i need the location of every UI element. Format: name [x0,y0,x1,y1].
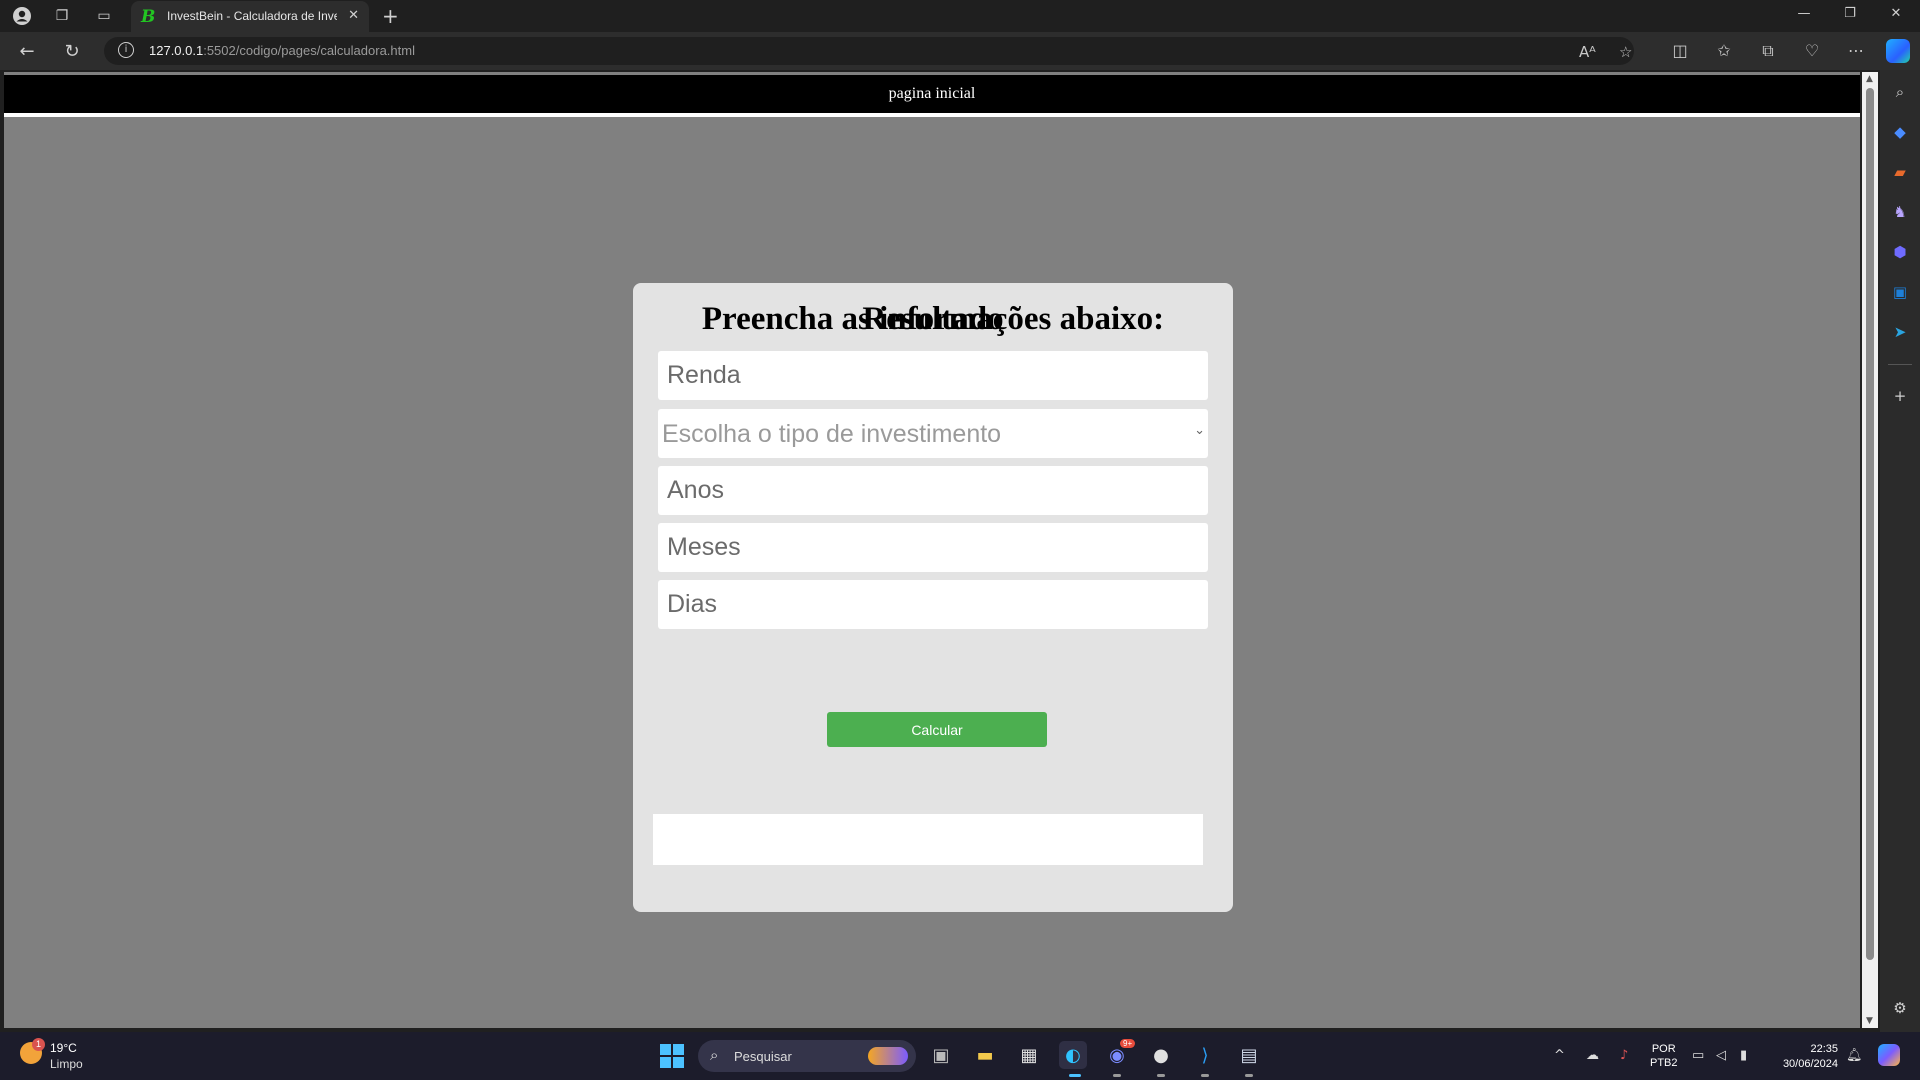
onedrive-icon[interactable]: ☁ [1586,1048,1599,1063]
address-bar[interactable]: i 127.0.0.1:5502/codigo/pages/calculador… [104,37,1634,65]
discord-running-indicator [1113,1074,1121,1077]
browser-essentials-icon[interactable]: ♡ [1800,41,1824,60]
github-running-indicator [1157,1074,1165,1077]
system-clock[interactable]: 22:35 30/06/2024 [1772,1042,1838,1072]
anos-input[interactable] [658,466,1208,515]
workspaces-icon[interactable]: ❐ [52,6,72,26]
windows-taskbar: 1 19°C Limpo ⌕ Pesquisar ▣ ▬ ▦ ◐ ◉ 9+ ● … [0,1032,1920,1080]
vertical-tabs-icon[interactable]: ▭ [94,6,114,26]
minimize-button[interactable]: — [1789,6,1819,21]
start-windows-icon[interactable] [660,1044,684,1068]
search-highlight-icon [868,1047,908,1065]
keyboard-layout: PTB2 [1650,1057,1678,1069]
notifications-bell-icon[interactable]: 🔔︎ [1846,1048,1863,1063]
favorites-icon[interactable]: ✩ [1712,41,1736,60]
volume-icon[interactable]: ◁ [1716,1048,1726,1063]
language-code: POR [1651,1043,1676,1055]
scroll-down-icon[interactable]: ▼ [1866,1016,1873,1026]
games-icon[interactable]: ♞ [1890,202,1910,222]
close-tab-icon[interactable]: ✕ [348,8,359,23]
browser-toolbar: ← ↻ i 127.0.0.1:5502/codigo/pages/calcul… [0,32,1920,70]
copilot-designer-icon[interactable]: ⬢ [1890,242,1910,262]
microsoft-store-icon[interactable]: ▦ [1015,1041,1043,1069]
dias-input[interactable] [658,580,1208,629]
page-scrollbar[interactable]: ▲ ▼ [1862,72,1878,1028]
vscode-running-indicator [1201,1074,1209,1077]
close-window-button[interactable]: ✕ [1881,6,1911,21]
chevron-down-icon: ⌄ [1194,423,1205,438]
profile-icon[interactable] [12,6,32,26]
taskbar-search-label: Pesquisar [734,1049,792,1064]
back-button[interactable]: ← [15,41,39,62]
tab-active[interactable]: B InvestBein - Calculadora de Investimen… [131,1,369,32]
restore-button[interactable]: ❐ [1835,6,1865,21]
telegram-icon[interactable]: ➤ [1890,322,1910,342]
investment-type-select[interactable]: Escolha o tipo de investimento ⌄ [658,409,1208,458]
shopping-tag-icon[interactable]: ◆ [1890,122,1910,142]
tab-title: InvestBein - Calculadora de Investimento… [167,9,337,23]
scroll-up-icon[interactable]: ▲ [1866,74,1873,84]
meses-input[interactable] [658,523,1208,572]
result-title: Resultado [862,301,1004,337]
site-header: pagina inicial [4,75,1860,117]
input-language[interactable]: POR PTB2 [1650,1042,1678,1070]
copilot-icon[interactable] [1886,39,1910,63]
renda-input[interactable] [658,351,1208,400]
microphone-icon[interactable]: ♪ [1620,1048,1628,1063]
settings-more-icon[interactable]: ⋯ [1844,41,1868,60]
edge-browser-icon[interactable]: ◐ [1059,1041,1087,1069]
new-tab-button[interactable]: + [382,4,399,28]
home-link[interactable]: pagina inicial [4,85,1860,103]
github-icon[interactable]: ● [1147,1041,1175,1069]
add-sidebar-app-icon[interactable]: + [1890,386,1910,406]
reload-button[interactable]: ↻ [60,41,84,62]
weather-badge: 1 [32,1038,45,1051]
outlook-icon[interactable]: ▣ [1890,282,1910,302]
read-aloud-icon[interactable]: Aᴬ [1579,43,1596,61]
clock-time: 22:35 [1810,1043,1838,1055]
notepad-icon[interactable]: ▤ [1235,1041,1263,1069]
favorite-star-icon[interactable]: ☆ [1619,43,1632,61]
notepad-running-indicator [1245,1074,1253,1077]
copilot-taskbar-icon[interactable] [1878,1044,1900,1066]
edge-sidebar: ⌕ ◆ ▰ ♞ ⬢ ▣ ➤ + ⚙ [1880,70,1920,1032]
edge-active-indicator [1069,1074,1081,1077]
battery-icon[interactable]: ▮ [1740,1048,1747,1063]
split-screen-icon[interactable]: ◫ [1668,41,1692,60]
show-hidden-icons-icon[interactable]: ^ [1554,1048,1565,1063]
tools-icon[interactable]: ▰ [1890,162,1910,182]
tab-strip: ❐ ▭ B InvestBein - Calculadora de Invest… [0,0,1920,32]
collections-icon[interactable]: ⧉ [1756,41,1780,61]
url-text[interactable]: 127.0.0.1:5502/codigo/pages/calculadora.… [149,43,415,58]
clock-date: 30/06/2024 [1782,1058,1838,1070]
calcular-button[interactable]: Calcular [827,712,1047,747]
task-view-icon[interactable]: ▣ [927,1041,955,1069]
site-info-icon[interactable]: i [118,42,134,58]
page-viewport: pagina inicial Preencha as informações a… [4,72,1860,1028]
vscode-icon[interactable]: ⟩ [1191,1041,1219,1069]
sidebar-divider [1888,364,1912,365]
search-icon: ⌕ [710,1046,719,1064]
search-icon[interactable]: ⌕ [1890,82,1910,102]
investbein-favicon-icon: B [141,7,156,27]
taskbar-search[interactable]: ⌕ Pesquisar [698,1040,916,1072]
sidebar-settings-gear-icon[interactable]: ⚙ [1890,998,1910,1018]
scrollbar-thumb[interactable] [1866,88,1874,960]
calculator-card: Preencha as informações abaixo: Escolha … [633,283,1233,912]
investment-type-selected: Escolha o tipo de investimento [662,420,1002,448]
weather-temperature[interactable]: 19°C [50,1041,77,1055]
result-output [653,814,1203,865]
discord-badge: 9+ [1120,1039,1136,1048]
file-explorer-icon[interactable]: ▬ [971,1041,999,1069]
weather-condition[interactable]: Limpo [50,1057,83,1071]
network-icon[interactable]: ▭ [1692,1048,1704,1063]
